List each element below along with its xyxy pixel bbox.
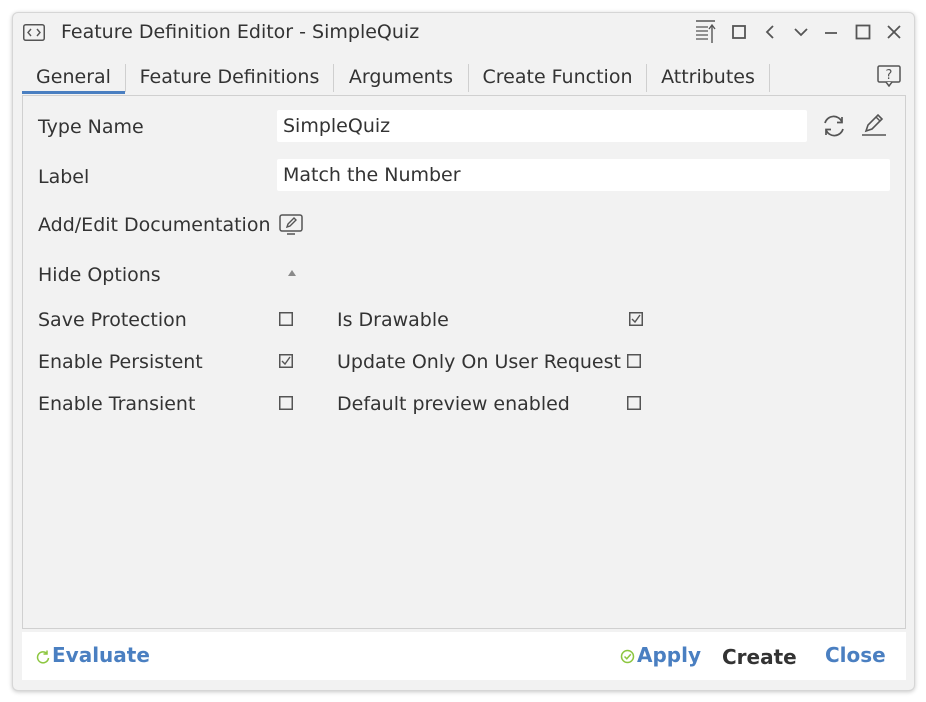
tab-arguments[interactable]: Arguments [334,62,468,94]
label-label: Label [38,166,90,188]
restore-icon[interactable] [729,22,749,42]
option-label-save-protection: Save Protection [38,309,187,331]
close-icon[interactable] [884,22,904,42]
chevron-down-icon[interactable] [791,22,811,42]
apply-button[interactable]: Apply [620,643,701,667]
default-preview-enabled-checkbox[interactable] [627,396,641,410]
tab-feature-definitions[interactable]: Feature Definitions [126,62,333,94]
documentation-label: Add/Edit Documentation [38,214,271,236]
close-button[interactable]: Close [825,643,886,667]
tab-divider [769,64,770,92]
svg-text:?: ? [886,68,893,83]
hide-options-label[interactable]: Hide Options [38,264,161,286]
label-input[interactable] [283,159,890,191]
window-title: Feature Definition Editor - SimpleQuiz [61,21,420,43]
type-name-label: Type Name [38,116,144,138]
title-bar: Feature Definition Editor - SimpleQuiz [13,13,914,55]
tab-attributes[interactable]: Attributes [647,62,769,94]
dock-panel-icon[interactable] [694,19,718,45]
label-field[interactable] [277,159,890,191]
general-panel: Type Name Label Add/Edit Documentation H… [22,95,906,629]
refresh-icon[interactable] [821,114,847,138]
maximize-icon[interactable] [853,22,873,42]
collapse-arrow-icon[interactable] [287,269,297,277]
create-button[interactable]: Create [722,645,797,669]
help-icon[interactable]: ? [877,65,901,87]
footer-bar: Evaluate Apply Create Close [22,632,906,680]
edit-documentation-icon[interactable] [279,214,305,236]
tab-create-function[interactable]: Create Function [469,62,646,94]
enable-persistent-checkbox[interactable] [279,354,293,368]
enable-transient-checkbox[interactable] [279,396,293,410]
apply-check-icon [620,649,635,664]
feature-definition-editor-window: Feature Definition Editor - SimpleQuiz G… [12,12,915,691]
is-drawable-checkbox[interactable] [629,312,643,326]
option-label-enable-persistent: Enable Persistent [38,351,203,373]
edit-pencil-icon[interactable] [861,112,887,138]
evaluate-refresh-icon [36,650,50,664]
editor-window-icon [23,24,45,41]
type-name-input[interactable] [283,110,807,142]
tab-bar: General Feature Definitions Arguments Cr… [22,62,894,94]
evaluate-button[interactable]: Evaluate [36,643,150,667]
evaluate-label: Evaluate [52,643,150,667]
tab-general[interactable]: General [22,62,125,94]
minimize-icon[interactable] [821,22,841,42]
option-label-default-preview-enabled: Default preview enabled [337,393,570,415]
update-only-on-user-request-checkbox[interactable] [627,354,641,368]
option-label-update-only-on-user-request: Update Only On User Request [337,351,621,373]
save-protection-checkbox[interactable] [279,312,293,326]
apply-label: Apply [637,643,702,667]
option-label-is-drawable: Is Drawable [337,309,449,331]
type-name-field[interactable] [277,110,807,142]
option-label-enable-transient: Enable Transient [38,393,196,415]
chevron-left-icon[interactable] [760,22,780,42]
